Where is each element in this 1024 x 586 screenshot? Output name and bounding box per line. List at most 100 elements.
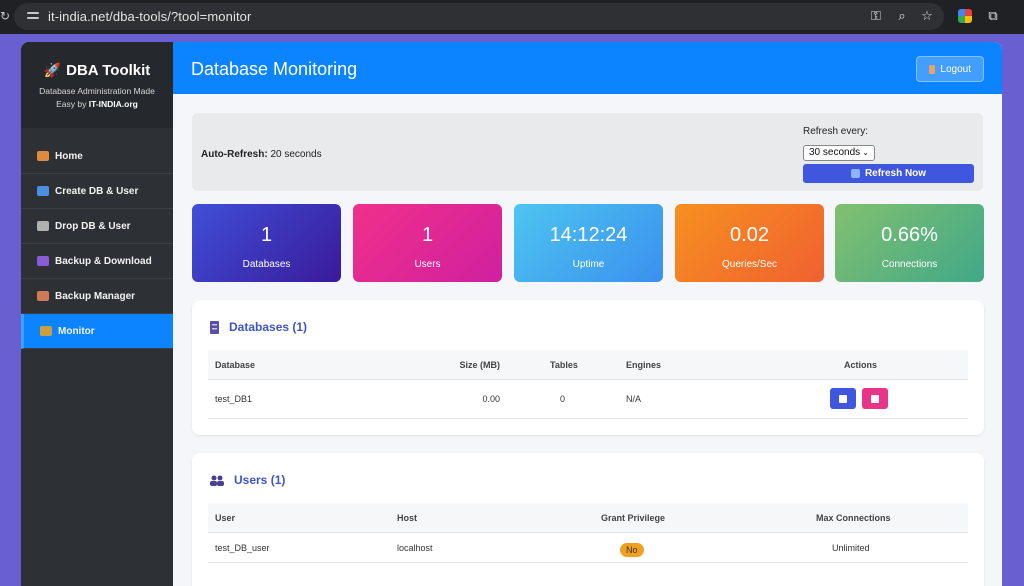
column-header: Max Connections bbox=[816, 513, 891, 523]
cell-max-connections: Unlimited bbox=[832, 543, 870, 553]
users-header: Users (1) bbox=[210, 473, 285, 487]
refresh-icon bbox=[850, 169, 860, 178]
stat-card-uptime: 14:12:24 Uptime bbox=[514, 204, 663, 282]
stat-value: 0.66% bbox=[881, 224, 938, 246]
drop-db-button[interactable] bbox=[862, 388, 888, 409]
sidebar-nav: Home Create DB & User Drop DB & User Bac… bbox=[21, 139, 173, 349]
floppy-icon bbox=[839, 394, 847, 403]
users-card: Users (1) User Host Grant Privilege Max … bbox=[192, 453, 984, 586]
auto-refresh-value: 20 seconds bbox=[270, 149, 322, 160]
users-icon bbox=[210, 475, 224, 486]
column-header: Size (MB) bbox=[459, 360, 501, 370]
stats-row: 1 Databases 1 Users 14:12:24 Uptime 0.02 Que… bbox=[192, 204, 984, 282]
url-text: it-india.net/dba-tools/?tool=monitor bbox=[48, 9, 252, 24]
databases-title: Databases (1) bbox=[229, 320, 308, 334]
chevron-down-icon: ⌄ bbox=[862, 148, 869, 157]
table-header-row: User Host Grant Privilege Max Connection… bbox=[208, 503, 968, 533]
page-title: Database Monitoring bbox=[191, 59, 358, 79]
stat-card-connections: 0.66% Connections bbox=[835, 204, 984, 282]
sidebar-item-backup[interactable]: Backup & Download bbox=[21, 244, 173, 279]
table-row: test_DB1 0.00 0 N/A bbox=[208, 380, 968, 419]
table-header-row: Database Size (MB) Tables Engines Action… bbox=[208, 350, 968, 380]
rocket-icon: 🚀 bbox=[43, 62, 62, 78]
table-row: test_DB_user localhost No Unlimited bbox=[208, 533, 968, 563]
refresh-interval-value: 30 seconds bbox=[809, 147, 861, 158]
stat-value: 1 bbox=[260, 224, 273, 246]
sidebar-item-label: Backup & Download bbox=[55, 255, 152, 267]
brand: 🚀 DBA Toolkit Database Administration Mad… bbox=[21, 42, 173, 128]
cell-database: test_DB1 bbox=[215, 394, 253, 404]
refresh-now-label: Refresh Now bbox=[864, 168, 927, 179]
puzzle-icon[interactable]: ⧉ bbox=[985, 8, 1001, 24]
house-icon bbox=[37, 151, 49, 161]
column-header: Actions bbox=[844, 360, 878, 370]
column-header: Host bbox=[397, 513, 417, 523]
cell-tables: 0 bbox=[560, 394, 566, 404]
stat-card-users: 1 Users bbox=[353, 204, 502, 282]
column-header: Database bbox=[215, 360, 256, 370]
star-icon[interactable]: ☆ bbox=[919, 8, 935, 24]
grant-badge: No bbox=[620, 543, 644, 557]
brand-title-text: DBA Toolkit bbox=[66, 62, 151, 79]
stat-label: Queries/Sec bbox=[721, 259, 778, 270]
new-icon bbox=[37, 186, 49, 196]
refresh-panel: Auto-Refresh: 20 seconds Refresh every: … bbox=[192, 113, 983, 191]
person-icon bbox=[37, 291, 49, 301]
stat-label: Users bbox=[414, 259, 441, 270]
sidebar-item-home[interactable]: Home bbox=[21, 139, 173, 174]
refresh-now-button[interactable]: Refresh Now bbox=[803, 164, 974, 183]
logout-button[interactable]: Logout bbox=[916, 56, 984, 82]
databases-table: Database Size (MB) Tables Engines Action… bbox=[208, 350, 968, 419]
sidebar-item-monitor[interactable]: Monitor bbox=[21, 314, 173, 349]
extension-icon[interactable] bbox=[958, 9, 972, 23]
floppy-icon bbox=[37, 256, 49, 266]
sidebar-item-create[interactable]: Create DB & User bbox=[21, 174, 173, 209]
stat-label: Databases bbox=[242, 259, 291, 270]
app-window: 🚀 DBA Toolkit Database Administration Mad… bbox=[21, 42, 1002, 586]
column-header: Tables bbox=[550, 360, 578, 370]
databases-card: Databases (1) Database Size (MB) Tables … bbox=[192, 300, 984, 435]
column-header: User bbox=[215, 513, 236, 523]
database-icon bbox=[210, 320, 219, 334]
sidebar-item-label: Create DB & User bbox=[55, 185, 139, 197]
column-header: Engines bbox=[626, 360, 662, 370]
sidebar-item-label: Drop DB & User bbox=[55, 220, 131, 232]
backup-db-button[interactable] bbox=[830, 388, 856, 409]
trash-icon bbox=[871, 394, 879, 403]
stat-value: 1 bbox=[421, 224, 434, 246]
auto-refresh-label: Auto-Refresh: bbox=[201, 149, 268, 160]
users-title: Users (1) bbox=[234, 473, 286, 487]
users-table: User Host Grant Privilege Max Connection… bbox=[208, 503, 968, 563]
databases-header: Databases (1) bbox=[210, 320, 307, 334]
auto-refresh-status: Auto-Refresh: 20 seconds bbox=[201, 149, 322, 160]
topbar: Database Monitoring Logout bbox=[173, 42, 1002, 94]
refresh-every-label: Refresh every: bbox=[803, 126, 869, 137]
sidebar: 🚀 DBA Toolkit Database Administration Mad… bbox=[21, 42, 173, 586]
cell-user: test_DB_user bbox=[215, 543, 270, 553]
sidebar-item-drop[interactable]: Drop DB & User bbox=[21, 209, 173, 244]
address-bar[interactable]: it-india.net/dba-tools/?tool=monitor bbox=[14, 3, 944, 30]
sidebar-item-label: Home bbox=[55, 150, 83, 162]
stat-label: Connections bbox=[881, 259, 938, 270]
reload-icon[interactable]: ↻ bbox=[0, 9, 10, 23]
column-header: Grant Privilege bbox=[601, 513, 666, 523]
brand-subtitle-link: IT-INDIA.org bbox=[88, 99, 138, 109]
cell-size: 0.00 bbox=[482, 394, 500, 404]
logout-label: Logout bbox=[940, 63, 971, 75]
sidebar-item-backup-manager[interactable]: Backup Manager bbox=[21, 279, 173, 314]
stat-card-queries: 0.02 Queries/Sec bbox=[675, 204, 824, 282]
browser-toolbar: ↻ it-india.net/dba-tools/?tool=monitor ⚿… bbox=[0, 0, 1024, 34]
stat-value: 0.02 bbox=[730, 224, 769, 246]
key-icon[interactable]: ⚿ bbox=[868, 8, 884, 24]
stat-label: Uptime bbox=[572, 259, 605, 270]
stat-card-databases: 1 Databases bbox=[192, 204, 341, 282]
brand-subtitle: Database Administration Made Easy by IT-… bbox=[21, 85, 173, 111]
trash-icon bbox=[37, 221, 49, 231]
zoom-icon[interactable]: ⌕ bbox=[894, 8, 910, 24]
brand-title: 🚀 DBA Toolkit bbox=[21, 62, 173, 79]
stat-value: 14:12:24 bbox=[549, 224, 628, 246]
door-icon bbox=[929, 64, 936, 74]
sidebar-item-label: Monitor bbox=[58, 325, 95, 337]
refresh-interval-select[interactable]: 30 seconds ⌄ bbox=[803, 145, 875, 161]
site-settings-icon[interactable] bbox=[27, 10, 39, 22]
